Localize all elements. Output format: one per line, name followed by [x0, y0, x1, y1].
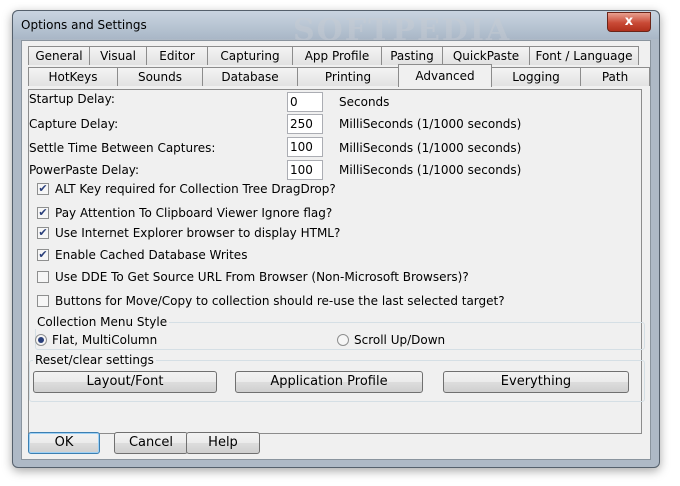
cancel-button[interactable]: Cancel [114, 432, 188, 454]
startup-delay-unit: Seconds [339, 95, 390, 109]
checkbox-label: Use Internet Explorer browser to display… [55, 226, 341, 240]
close-button[interactable]: x [607, 12, 651, 32]
checkbox-checked-icon[interactable]: ✔ [37, 249, 49, 261]
settle-time-label: Settle Time Between Captures: [29, 141, 216, 155]
close-icon: x [624, 14, 634, 29]
powerpaste-delay-unit: MilliSeconds (1/1000 seconds) [339, 163, 522, 177]
tab-printing[interactable]: Printing [297, 67, 399, 86]
tab-path[interactable]: Path [580, 67, 650, 86]
powerpaste-delay-label: PowerPaste Delay: [29, 163, 140, 177]
checkbox-checked-icon[interactable]: ✔ [37, 207, 49, 219]
radio-label: Flat, MultiColumn [52, 333, 158, 347]
collection-menu-style-title: Collection Menu Style [35, 315, 170, 329]
tab-editor[interactable]: Editor [146, 46, 208, 65]
options-window: Options and Settings x SOFTPEDIA General… [12, 10, 660, 468]
tab-logging[interactable]: Logging [491, 67, 581, 86]
dialog-client-area: General Visual Editor Capturing App Prof… [21, 40, 651, 460]
tab-general[interactable]: General [28, 46, 90, 65]
radio-unselected-icon[interactable] [337, 334, 349, 346]
reset-settings-title: Reset/clear settings [33, 353, 156, 367]
tab-pasting[interactable]: Pasting [381, 46, 443, 65]
dde-source-url-checkbox[interactable]: Use DDE To Get Source URL From Browser (… [37, 270, 469, 284]
tab-database[interactable]: Database [202, 67, 298, 86]
radio-label: Scroll Up/Down [354, 333, 446, 347]
radio-scroll-up-down[interactable]: Scroll Up/Down [337, 333, 445, 347]
tab-hotkeys[interactable]: HotKeys [28, 67, 118, 86]
alt-key-dragdrop-checkbox[interactable]: ✔ ALT Key required for Collection Tree D… [37, 182, 336, 196]
checkbox-label: Use DDE To Get Source URL From Browser (… [55, 270, 469, 284]
tab-font-language[interactable]: Font / Language [529, 46, 639, 65]
capture-delay-label: Capture Delay: [29, 117, 119, 131]
tab-advanced[interactable]: Advanced [398, 64, 492, 87]
radio-selected-icon[interactable] [35, 334, 47, 346]
reset-everything-button[interactable]: Everything [443, 371, 629, 393]
tab-row-1: General Visual Editor Capturing App Prof… [28, 46, 639, 66]
reuse-last-target-checkbox[interactable]: Buttons for Move/Copy to collection shou… [37, 294, 505, 308]
tab-sounds[interactable]: Sounds [117, 67, 203, 86]
window-title: Options and Settings [21, 18, 147, 32]
tab-row-2: HotKeys Sounds Database Printing Advance… [28, 64, 650, 87]
tab-visual[interactable]: Visual [89, 46, 147, 65]
tab-capturing[interactable]: Capturing [207, 46, 293, 65]
checkbox-checked-icon[interactable]: ✔ [37, 227, 49, 239]
capture-delay-unit: MilliSeconds (1/1000 seconds) [339, 117, 522, 131]
radio-flat-multicolumn[interactable]: Flat, MultiColumn [35, 333, 157, 347]
checkbox-checked-icon[interactable]: ✔ [37, 183, 49, 195]
reset-layout-font-button[interactable]: Layout/Font [33, 371, 217, 393]
checkbox-label: ALT Key required for Collection Tree Dra… [55, 182, 336, 196]
capture-delay-input[interactable]: 250 [287, 114, 323, 134]
settle-time-input[interactable]: 100 [287, 137, 323, 157]
reset-application-profile-button[interactable]: Application Profile [235, 371, 423, 393]
checkbox-label: Enable Cached Database Writes [55, 248, 248, 262]
clipboard-viewer-ignore-checkbox[interactable]: ✔ Pay Attention To Clipboard Viewer Igno… [37, 206, 332, 220]
settle-time-unit: MilliSeconds (1/1000 seconds) [339, 141, 522, 155]
ok-button[interactable]: OK [28, 432, 100, 454]
cached-db-writes-checkbox[interactable]: ✔ Enable Cached Database Writes [37, 248, 247, 262]
use-ie-html-checkbox[interactable]: ✔ Use Internet Explorer browser to displ… [37, 226, 340, 240]
checkbox-label: Buttons for Move/Copy to collection shou… [55, 294, 505, 308]
checkbox-unchecked-icon[interactable] [37, 271, 49, 283]
checkbox-label: Pay Attention To Clipboard Viewer Ignore… [55, 206, 333, 220]
help-button[interactable]: Help [186, 432, 260, 454]
checkbox-unchecked-icon[interactable] [37, 295, 49, 307]
powerpaste-delay-input[interactable]: 100 [287, 160, 323, 180]
tab-quickpaste[interactable]: QuickPaste [442, 46, 530, 65]
startup-delay-input[interactable]: 0 [287, 92, 323, 112]
advanced-panel: Startup Delay: 0 Seconds Capture Delay: … [28, 89, 645, 434]
tab-app-profile[interactable]: App Profile [292, 46, 382, 65]
startup-delay-label: Startup Delay: [29, 92, 115, 106]
